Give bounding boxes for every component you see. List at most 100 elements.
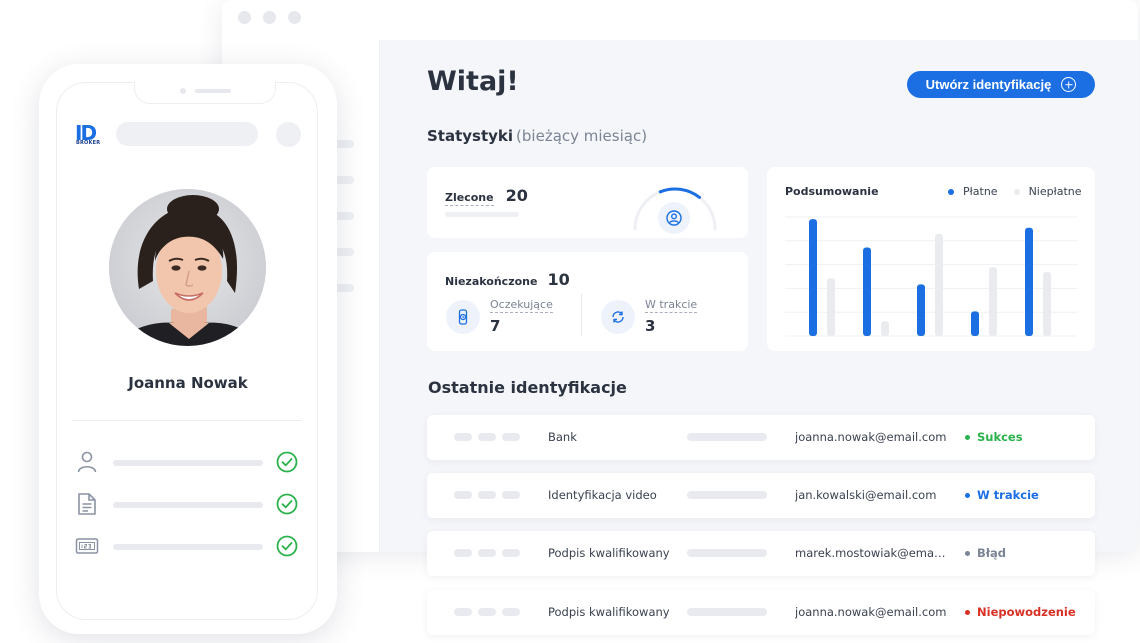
row-placeholder-bar — [687, 491, 767, 499]
pending-block: Oczekujące 7 — [490, 298, 553, 335]
ordered-card: Zlecone 20 — [427, 167, 748, 238]
table-row[interactable]: Podpis kwalifikowany marek.mostowiak@ema… — [427, 531, 1095, 576]
row-pill — [454, 433, 472, 441]
status-badge: Niepowodzenie — [965, 605, 1076, 619]
search-placeholder[interactable] — [116, 122, 258, 146]
status-dot — [965, 550, 970, 556]
stats-title: Statystyki (bieżący miesiąc) — [427, 127, 647, 145]
pending-label: Oczekujące — [490, 298, 553, 313]
window-controls — [238, 11, 301, 24]
pending-value: 7 — [490, 317, 501, 335]
status-text: Niepowodzenie — [977, 605, 1076, 619]
status-dot — [965, 492, 970, 498]
plus-circle-icon — [1061, 77, 1077, 92]
ordered-label: Zlecone — [445, 191, 494, 206]
row-placeholders — [454, 433, 520, 441]
in-progress-block: W trakcie 3 — [645, 298, 698, 335]
unfinished-header: Niezakończone 10 — [445, 270, 570, 289]
row-email: marek.mostowiak@email.com — [795, 546, 947, 560]
row-type: Podpis kwalifikowany — [548, 546, 670, 560]
user-icon — [75, 449, 99, 475]
table-row[interactable]: Podpis kwalifikowany joanna.nowak@email.… — [427, 590, 1095, 635]
window-dot[interactable] — [263, 11, 276, 24]
refresh-icon-svg — [612, 311, 624, 323]
ordered-header: Zlecone 20 — [445, 186, 528, 206]
bar-paid[interactable] — [809, 219, 817, 336]
status-badge: Sukces — [965, 430, 1023, 444]
check-circle-icon — [276, 451, 298, 473]
row-email: joanna.nowak@email.com — [795, 430, 947, 444]
bar-unpaid[interactable] — [881, 321, 889, 336]
stage: Witaj! Utwórz identyfikację Statystyki (b… — [0, 0, 1140, 643]
status-badge: Błąd — [965, 546, 1006, 560]
row-pill — [502, 433, 520, 441]
stats-divider — [581, 294, 582, 336]
bar-paid[interactable] — [971, 311, 979, 336]
unfinished-card: Niezakończone 10 Oczekujące 7 W trakcie — [427, 252, 748, 351]
row-pill — [502, 608, 520, 616]
row-pill — [454, 549, 472, 557]
ordered-value: 20 — [505, 186, 528, 205]
check-circle-icon — [276, 535, 298, 557]
profile-avatar-placeholder[interactable] — [276, 122, 301, 147]
speaker-icon — [195, 89, 231, 93]
page-title: Witaj! — [427, 66, 519, 97]
window-dot[interactable] — [288, 11, 301, 24]
status-dot — [965, 609, 970, 615]
bar-unpaid[interactable] — [935, 233, 943, 336]
status-text: Sukces — [977, 430, 1023, 444]
sidebar-item[interactable] — [334, 176, 354, 184]
status-badge: W trakcie — [965, 488, 1039, 502]
phone-screen: ID BROKER Joanna Nowak — [56, 82, 318, 620]
refresh-icon — [601, 300, 635, 334]
idbroker-logo[interactable]: ID BROKER — [75, 123, 103, 149]
item-placeholder-bar — [113, 544, 263, 550]
row-email: jan.kowalski@email.com — [795, 488, 937, 502]
stats-subtitle: (bieżący miesiąc) — [516, 127, 648, 145]
row-placeholders — [454, 549, 520, 557]
table-row[interactable]: Identyfikacja video jan.kowalski@email.c… — [427, 473, 1095, 518]
bar-paid[interactable] — [917, 284, 925, 336]
bar-paid[interactable] — [1025, 227, 1033, 336]
sidebar-item[interactable] — [334, 284, 354, 292]
bar-unpaid[interactable] — [1043, 272, 1051, 336]
sidebar-item[interactable] — [334, 248, 354, 256]
gauge-fill — [658, 187, 702, 199]
sidebar-item[interactable] — [334, 140, 354, 148]
item-placeholder-bar — [113, 502, 263, 508]
document-icon — [75, 491, 99, 517]
status-dot — [965, 434, 970, 440]
stopwatch-icon-svg — [458, 309, 468, 325]
bar-paid[interactable] — [863, 247, 871, 336]
avatar — [109, 189, 266, 346]
row-pill — [478, 608, 496, 616]
in-progress-value: 3 — [645, 317, 656, 335]
row-pill — [478, 491, 496, 499]
row-pill — [454, 491, 472, 499]
row-placeholders — [454, 608, 520, 616]
phone-notch — [134, 82, 276, 104]
row-placeholder-bar — [687, 608, 767, 616]
unfinished-label: Niezakończone — [445, 275, 538, 288]
row-pill — [502, 549, 520, 557]
id-number-icon — [75, 533, 99, 559]
ordered-placeholder-bar — [445, 212, 519, 217]
row-pill — [478, 433, 496, 441]
stats-title-text: Statystyki — [427, 127, 514, 145]
create-identification-button[interactable]: Utwórz identyfikację — [907, 71, 1095, 98]
verification-item-id-number[interactable] — [75, 533, 301, 559]
bar-chart — [785, 216, 1077, 337]
table-row[interactable]: Bank joanna.nowak@email.com Sukces — [427, 415, 1095, 460]
window-dot[interactable] — [238, 11, 251, 24]
phone-mockup: ID BROKER Joanna Nowak — [39, 64, 337, 634]
verification-item-document[interactable] — [75, 491, 301, 517]
sidebar-item[interactable] — [334, 212, 354, 220]
row-type: Podpis kwalifikowany — [548, 605, 670, 619]
row-email: joanna.nowak@email.com — [795, 605, 947, 619]
item-placeholder-bar — [113, 460, 263, 466]
in-progress-label: W trakcie — [645, 298, 698, 313]
bar-unpaid[interactable] — [989, 267, 997, 336]
row-placeholder-bar — [687, 433, 767, 441]
bar-unpaid[interactable] — [827, 278, 835, 336]
verification-item-user[interactable] — [75, 449, 301, 475]
